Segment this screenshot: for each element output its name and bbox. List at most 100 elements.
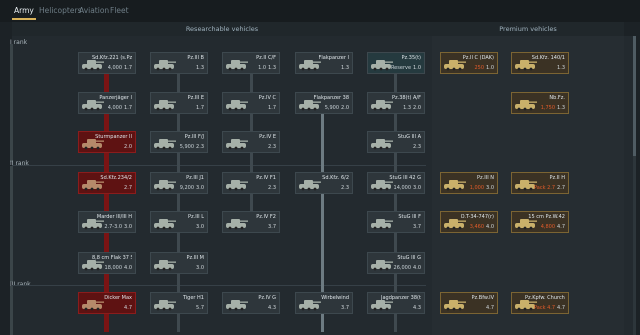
vehicle-name: Flakpanzer 38 [313, 95, 349, 101]
vehicle-card[interactable]: Pz.III L 3.0 [150, 211, 208, 233]
vehicle-cost: 4,800 [540, 224, 556, 230]
vehicle-meta: 4,000 1.7 [108, 65, 132, 71]
vehicle-name: Pz.II C/F [256, 55, 276, 61]
rank-bar-1 [10, 44, 13, 162]
vehicle-name: Nb.Fz. [549, 95, 565, 101]
vehicle-name: Pz.IV E [259, 134, 276, 140]
vehicle-card[interactable]: StuG III 42 G 14,000 3.0 [367, 172, 425, 194]
vehicle-cost: 2.7-3.0 [104, 224, 123, 230]
vehicle-card[interactable]: StuG III G 26,000 4.0 [367, 252, 425, 274]
vehicle-card[interactable]: StuG III A 2.3 [367, 131, 425, 153]
vehicle-card[interactable]: Marder III/III H 2.7-3.0 3.0 [78, 211, 136, 233]
vehicle-meta: 4,800 4.7 [541, 224, 565, 230]
vehicle-card[interactable]: Tiger H1 5.7 [150, 292, 208, 314]
vehicle-meta: 2.7 [122, 185, 132, 191]
tab-helicopters[interactable]: Helicopters [39, 6, 81, 15]
vehicle-card[interactable]: Pz.III N 1,000 3.0 [440, 172, 498, 194]
vehicle-card[interactable]: Sd.Kfz. 140/1 1.3 [511, 52, 569, 74]
vehicle-card[interactable]: Nb.Fz. 1,750 1.3 [511, 92, 569, 114]
vehicle-card[interactable]: Pz.III M 3.0 [150, 252, 208, 274]
tab-army[interactable]: Army [12, 6, 36, 20]
vehicle-name: Sturmpanzer II [95, 134, 132, 140]
vehicle-card[interactable]: Sd.Kfz.234/2 2.7 [78, 172, 136, 194]
tank-icon [298, 176, 322, 191]
vehicle-card[interactable]: Pz.Bfw.IV 4.7 [440, 292, 498, 314]
battle-rating: 1.0 [486, 65, 494, 71]
battle-rating: 2.7 [124, 185, 132, 191]
battle-rating: 3.7 [268, 224, 276, 230]
vehicle-meta: 2.3 [339, 185, 349, 191]
vehicle-card[interactable]: StuG III F 3.7 [367, 211, 425, 233]
vehicle-card[interactable]: Pz.35(t) Reserve 1.0 [367, 52, 425, 74]
vehicle-meta: 3.7 [411, 224, 421, 230]
vehicle-card[interactable]: Wirbelwind 3.7 [295, 292, 353, 314]
vehicle-cost: 3,460 [469, 224, 485, 230]
battle-rating: 1.7 [124, 105, 132, 111]
vehicle-card[interactable]: Sturmpanzer II 2.0 [78, 131, 136, 153]
vehicle-card[interactable]: Pz.III E 1.7 [150, 92, 208, 114]
vehicle-name: Sd.Kfz.221 (s.Pz.B.41) [92, 55, 132, 61]
tank-icon [298, 296, 322, 311]
vehicle-meta: 2.3 [266, 185, 276, 191]
vehicle-card[interactable]: Pz.IV E 2.3 [222, 131, 280, 153]
vehicle-meta: 2.3 [266, 144, 276, 150]
vehicle-card[interactable]: Pz.IV F2 3.7 [222, 211, 280, 233]
vehicle-meta: Pack 4.7 4.7 [534, 305, 565, 311]
rank-bar-3 [10, 286, 13, 335]
vehicle-cost: 9,200 [179, 185, 195, 191]
vehicle-card[interactable]: Dicker Max 4.7 [78, 292, 136, 314]
vehicle-card[interactable]: 15 cm Pz.W.42 4,800 4.7 [511, 211, 569, 233]
tank-icon [81, 296, 105, 311]
battle-rating: 4.0 [124, 265, 132, 271]
vehicle-card[interactable]: Pz.Kpfw. Churchill Pack 4.7 4.7 [511, 292, 569, 314]
battle-rating: 5.7 [196, 305, 204, 311]
vehicle-card[interactable]: Sd.Kfz. 6/2 2.3 [295, 172, 353, 194]
vehicle-name: Jagdpanzer 38(t) [381, 295, 421, 301]
vehicle-name: Panzerjäger I [99, 95, 132, 101]
vehicle-cost: 250 [474, 65, 485, 71]
vehicle-card[interactable]: Pz.38(t) A/F 1.3 2.0 [367, 92, 425, 114]
vehicle-card[interactable]: Panzerjäger I 4,000 1.7 [78, 92, 136, 114]
vehicle-name: Pz.II H [549, 175, 565, 181]
battle-rating: 1.3 [268, 65, 276, 71]
vehicle-meta: Reserve 1.0 [391, 65, 421, 71]
vehicle-cost: 1,000 [469, 185, 485, 191]
vehicle-cost: Pack 4.7 [534, 305, 556, 311]
researchable-header: Researchable vehicles [12, 22, 432, 37]
vehicle-card[interactable]: 8,8 cm Flak 37 Sfl. 18,0004.0 [78, 252, 136, 274]
vehicle-card[interactable]: Pz.II C (DAK) 250 1.0 [440, 52, 498, 74]
vehicle-meta: 3,460 4.0 [470, 224, 494, 230]
vehicle-card[interactable]: Pz.III B 1.3 [150, 52, 208, 74]
vehicle-cost: 5,900 [179, 144, 195, 150]
vehicle-name: StuG III A [397, 134, 421, 140]
vehicle-card[interactable]: Pz.IV G 4.3 [222, 292, 280, 314]
battle-rating: 3.0 [196, 224, 204, 230]
vehicle-card[interactable]: Jagdpanzer 38(t) 4.3 [367, 292, 425, 314]
vehicle-meta: 1,000 3.0 [470, 185, 494, 191]
vehicle-card[interactable]: O.T-34-747(r) 3,460 4.0 [440, 211, 498, 233]
vehicle-meta: 4.7 [484, 305, 494, 311]
vehicle-card[interactable]: Flakpanzer I 1.3 [295, 52, 353, 74]
tab-fleet[interactable]: Fleet [110, 6, 129, 15]
vehicle-card[interactable]: Pz.III J1 9,200 3.0 [150, 172, 208, 194]
vehicle-card[interactable]: Pz.IV F1 2.3 [222, 172, 280, 194]
vehicle-name: Flakpanzer I [318, 55, 349, 61]
vehicle-card[interactable]: Pz.III F/J 5,900 2.3 [150, 131, 208, 153]
tab-aviation[interactable]: Aviation [79, 6, 109, 15]
scrollbar-thumb[interactable] [633, 36, 636, 156]
vehicle-card[interactable]: Pz.II C/F 1.0 1.3 [222, 52, 280, 74]
tank-icon [370, 96, 394, 111]
tank-icon [225, 135, 249, 150]
vehicle-card[interactable]: Flakpanzer 38 5,900 2.0 [295, 92, 353, 114]
vehicle-meta: Pack 2.7 2.7 [534, 185, 565, 191]
tank-icon [443, 296, 467, 311]
vehicle-card[interactable]: Pz.II H Pack 2.7 2.7 [511, 172, 569, 194]
vehicle-name: Sd.Kfz.234/2 [100, 175, 132, 181]
vehicle-name: Pz.III M [186, 255, 204, 261]
vehicle-card[interactable]: Pz.IV C 1.7 [222, 92, 280, 114]
tank-icon [443, 176, 467, 191]
vehicle-card[interactable]: Sd.Kfz.221 (s.Pz.B.41) 4,0001.7 [78, 52, 136, 74]
vehicle-name: Tiger H1 [182, 295, 204, 301]
vehicle-name: Pz.III F/J [184, 134, 204, 140]
battle-rating: 4.0 [486, 224, 494, 230]
